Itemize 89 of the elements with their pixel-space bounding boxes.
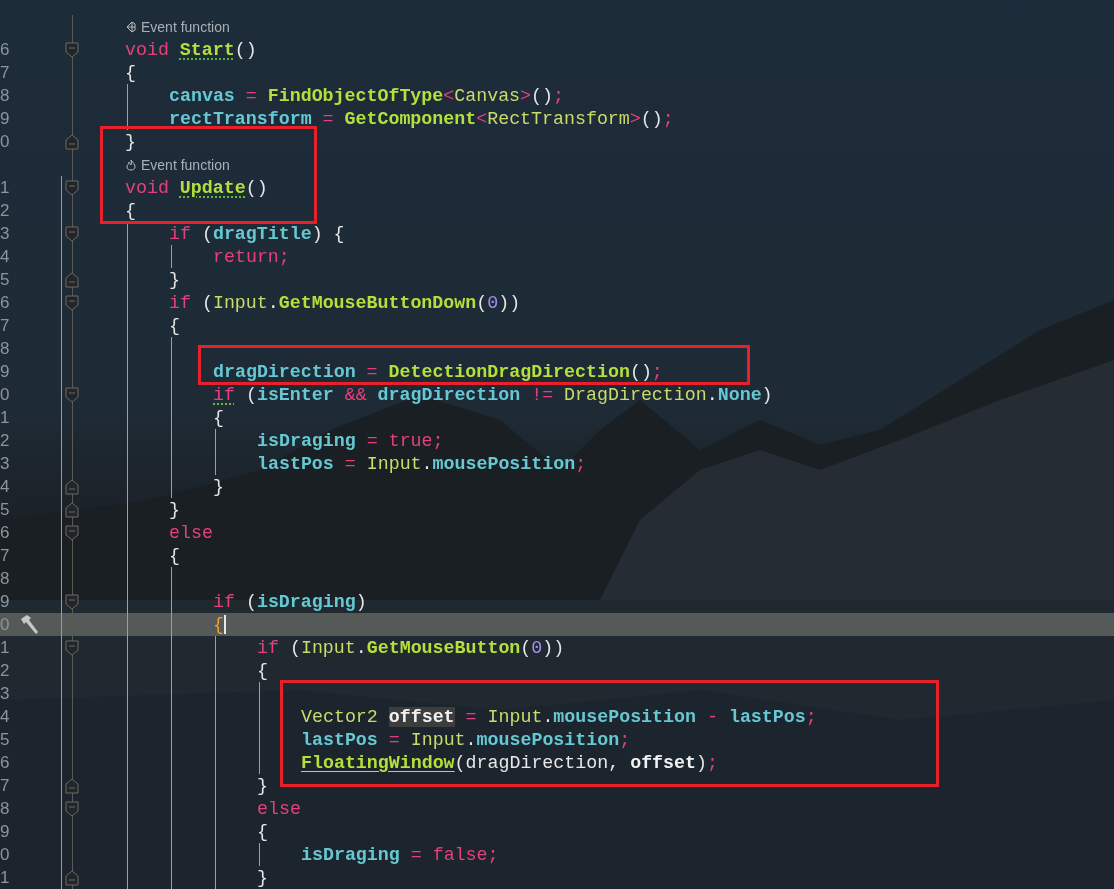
code-line: } xyxy=(169,499,180,520)
line-number: 6 xyxy=(0,39,10,59)
code-line: return; xyxy=(213,246,290,267)
fold-end-icon[interactable] xyxy=(65,501,79,518)
code-line: { xyxy=(257,821,268,842)
code-line: lastPos = Input.mousePosition; xyxy=(257,453,587,474)
line-number: 0 xyxy=(0,131,10,151)
line-number: 4 xyxy=(0,246,10,266)
code-line: if (isEnter && dragDirection != DragDirection.None) xyxy=(213,384,773,405)
cube-icon xyxy=(125,20,137,33)
code-line: } xyxy=(257,775,268,796)
line-number: 5 xyxy=(0,499,10,519)
code-line: if (Input.GetMouseButton(0)) xyxy=(257,637,565,658)
fold-icon[interactable] xyxy=(65,800,79,817)
code-vision-hint[interactable]: Event function xyxy=(141,18,230,35)
line-number: 1 xyxy=(0,407,10,427)
line-number: 9 xyxy=(0,108,10,128)
code-line: } xyxy=(169,269,180,290)
line-number: 3 xyxy=(0,223,10,243)
code-line: lastPos = Input.mousePosition; xyxy=(301,729,631,750)
code-vision-hint[interactable]: Event function xyxy=(141,156,230,173)
line-number: 7 xyxy=(0,315,10,335)
code-line: void Start() xyxy=(125,39,257,60)
line-number: 8 xyxy=(0,85,10,105)
fold-end-icon[interactable] xyxy=(65,869,79,886)
code-line: canvas = FindObjectOfType<Canvas>(); xyxy=(169,85,564,106)
line-number: 4 xyxy=(0,476,10,496)
fold-icon[interactable] xyxy=(65,225,79,242)
code-line: isDraging = true; xyxy=(257,430,444,451)
code-line: { xyxy=(213,614,224,635)
line-number: 8 xyxy=(0,798,10,818)
line-number: 2 xyxy=(0,200,10,220)
code-line: { xyxy=(213,407,224,428)
line-number: 2 xyxy=(0,430,10,450)
code-line: { xyxy=(125,62,136,83)
code-line: FloatingWindow(dragDirection, offset); xyxy=(301,752,718,773)
fold-end-icon[interactable] xyxy=(65,777,79,794)
code-line: { xyxy=(125,200,136,221)
code-line: if (Input.GetMouseButtonDown(0)) xyxy=(169,292,521,313)
code-line: { xyxy=(169,315,180,336)
hammer-icon[interactable] xyxy=(18,613,40,636)
code-line: if (isDraging) xyxy=(213,591,367,612)
fold-end-icon[interactable] xyxy=(65,478,79,495)
code-line: dragDirection = DetectionDragDirection(); xyxy=(213,361,663,382)
code-line: } xyxy=(125,131,136,152)
line-number: 2 xyxy=(0,660,10,680)
line-number: 9 xyxy=(0,361,10,381)
code-line: { xyxy=(257,660,268,681)
line-number: 4 xyxy=(0,706,10,726)
fold-icon[interactable] xyxy=(65,294,79,311)
fold-icon[interactable] xyxy=(65,639,79,656)
code-line: if (dragTitle) { xyxy=(169,223,345,244)
line-number: 7 xyxy=(0,545,10,565)
fold-icon[interactable] xyxy=(65,179,79,196)
code-line: { xyxy=(169,545,180,566)
line-number: 9 xyxy=(0,821,10,841)
code-line: void Update() xyxy=(125,177,268,198)
line-number: 0 xyxy=(0,844,10,864)
line-number: 0 xyxy=(0,384,10,404)
line-number: 3 xyxy=(0,683,10,703)
line-number: 7 xyxy=(0,775,10,795)
line-number: 3 xyxy=(0,453,10,473)
code-line: } xyxy=(213,476,224,497)
code-line: else xyxy=(257,798,301,819)
line-number: 6 xyxy=(0,292,10,312)
line-number: 1 xyxy=(0,177,10,197)
line-number: 9 xyxy=(0,591,10,611)
code-line: else xyxy=(169,522,213,543)
flame-icon xyxy=(125,158,137,171)
line-number: 5 xyxy=(0,269,10,289)
code-line: } xyxy=(257,867,268,888)
line-number: 7 xyxy=(0,62,10,82)
fold-icon[interactable] xyxy=(65,386,79,403)
fold-icon[interactable] xyxy=(65,524,79,541)
code-line: isDraging = false; xyxy=(301,844,499,865)
fold-end-icon[interactable] xyxy=(65,271,79,288)
fold-icon[interactable] xyxy=(65,593,79,610)
line-number: 0 xyxy=(0,614,10,634)
code-line: Vector2 offset = Input.mousePosition - lastPos; xyxy=(301,706,817,727)
code-line: rectTransform = GetComponent<RectTransform>(); xyxy=(169,108,674,129)
fold-icon[interactable] xyxy=(65,41,79,58)
line-number: 8 xyxy=(0,568,10,588)
fold-end-icon[interactable] xyxy=(65,133,79,150)
line-number: 8 xyxy=(0,338,10,358)
line-number: 1 xyxy=(0,637,10,657)
line-number: 5 xyxy=(0,729,10,749)
line-number: 6 xyxy=(0,522,10,542)
line-number: 6 xyxy=(0,752,10,772)
line-number: 1 xyxy=(0,867,10,887)
